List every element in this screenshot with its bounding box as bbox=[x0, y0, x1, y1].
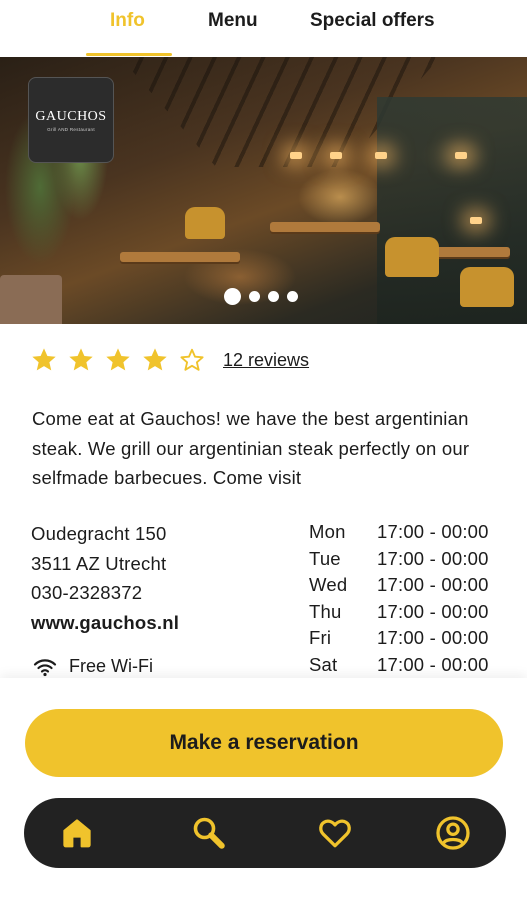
carousel-dot-3[interactable] bbox=[268, 291, 279, 302]
carousel-dot-2[interactable] bbox=[249, 291, 260, 302]
photo-lamp bbox=[330, 152, 342, 159]
opening-hours: Mon 17:00 - 00:00 Tue 17:00 - 00:00 Wed 17:… bbox=[309, 519, 489, 679]
logo-subtitle: Grill AND Restaurant bbox=[47, 126, 95, 132]
hours-day: Wed bbox=[309, 574, 348, 596]
hours-day: Tue bbox=[309, 547, 341, 569]
tab-menu[interactable]: Menu bbox=[208, 10, 258, 32]
photo-chair bbox=[460, 267, 514, 307]
star-filled-icon bbox=[32, 348, 56, 371]
nav-favorites[interactable] bbox=[316, 814, 354, 852]
photo-lamp bbox=[470, 217, 482, 224]
hours-time: 17:00 - 00:00 bbox=[377, 547, 489, 569]
hours-day: Fri bbox=[309, 627, 332, 649]
hours-time: 17:00 - 00:00 bbox=[377, 653, 489, 675]
address-line-1: Oudegracht 150 bbox=[31, 523, 167, 544]
nav-home[interactable] bbox=[58, 814, 96, 852]
photo-chair bbox=[385, 237, 439, 277]
hours-row: Wed 17:00 - 00:00 bbox=[309, 572, 489, 599]
hours-row: Tue 17:00 - 00:00 bbox=[309, 546, 489, 573]
logo-name: GAUCHOS bbox=[35, 108, 107, 124]
hours-day: Thu bbox=[309, 600, 342, 622]
carousel-indicator bbox=[224, 288, 298, 305]
carousel-dot-1[interactable] bbox=[224, 288, 241, 305]
hours-day: Mon bbox=[309, 521, 346, 542]
heart-icon bbox=[319, 819, 351, 848]
carousel-dot-4[interactable] bbox=[287, 291, 298, 302]
bottom-navigation bbox=[24, 798, 506, 868]
restaurant-description: Come eat at Gauchos! we have the best ar… bbox=[32, 408, 470, 488]
nav-search[interactable] bbox=[190, 814, 228, 852]
restaurant-photo-carousel[interactable]: GAUCHOS Grill AND Restaurant bbox=[0, 57, 527, 324]
hours-row: Sat 17:00 - 00:00 bbox=[309, 652, 489, 679]
photo-lamp bbox=[375, 152, 387, 159]
search-icon bbox=[193, 817, 225, 849]
photo-table bbox=[120, 252, 240, 262]
hours-row: Mon 17:00 - 00:00 bbox=[309, 519, 489, 546]
wifi-icon bbox=[33, 658, 57, 676]
address-line-2: 3511 AZ Utrecht bbox=[31, 552, 167, 574]
tab-info[interactable]: Info bbox=[110, 10, 145, 32]
hours-time: 17:00 - 00:00 bbox=[377, 574, 489, 596]
hours-time: 17:00 - 00:00 bbox=[377, 521, 489, 542]
make-reservation-button[interactable]: Make a reservation bbox=[25, 709, 503, 777]
hours-day: Sat bbox=[309, 653, 338, 675]
photo-lamp bbox=[455, 152, 467, 159]
reviews-link[interactable]: 12 reviews bbox=[223, 350, 309, 371]
photo-chair bbox=[185, 207, 225, 239]
photo-pot bbox=[0, 275, 62, 324]
contact-info: Oudegracht 150 3511 AZ Utrecht 030-23283… bbox=[31, 519, 179, 637]
photo-table bbox=[270, 222, 380, 232]
hours-row: Fri 17:00 - 00:00 bbox=[309, 625, 489, 652]
website-link[interactable]: www.gauchos.nl bbox=[31, 608, 179, 638]
star-filled-icon bbox=[106, 348, 130, 371]
phone-number[interactable]: 030-2328372 bbox=[31, 578, 179, 608]
profile-icon bbox=[436, 816, 470, 850]
hours-time: 17:00 - 00:00 bbox=[377, 600, 489, 622]
amenity-label: Free Wi-Fi bbox=[69, 656, 153, 676]
photo-lamp bbox=[290, 152, 302, 159]
star-outline-icon bbox=[180, 348, 204, 371]
star-filled-icon bbox=[143, 348, 167, 371]
active-tab-indicator bbox=[86, 53, 172, 56]
nav-profile[interactable] bbox=[434, 814, 472, 852]
rating: 12 reviews bbox=[30, 346, 309, 374]
amenity-wifi: Free Wi-Fi bbox=[33, 656, 153, 677]
star-filled-icon bbox=[69, 348, 93, 371]
top-tab-bar: Info Menu Special offers bbox=[0, 0, 527, 57]
tab-special-offers[interactable]: Special offers bbox=[310, 10, 435, 32]
home-icon bbox=[63, 819, 91, 848]
restaurant-logo: GAUCHOS Grill AND Restaurant bbox=[28, 77, 114, 163]
hours-time: 17:00 - 00:00 bbox=[377, 627, 489, 649]
hours-row: Thu 17:00 - 00:00 bbox=[309, 599, 489, 626]
